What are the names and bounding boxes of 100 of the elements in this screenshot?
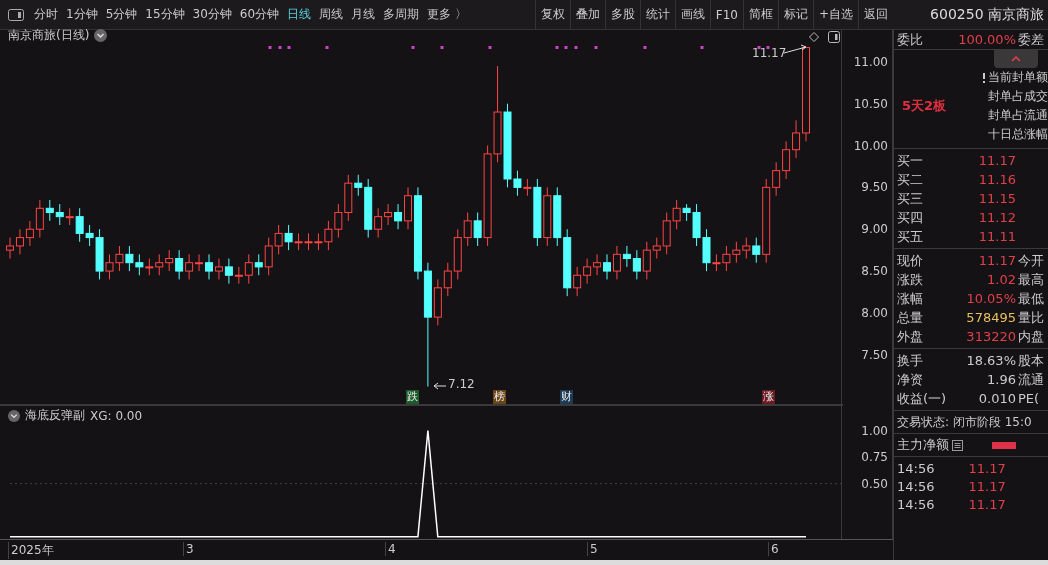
candlestick	[35, 199, 44, 239]
field-label: PE(	[1017, 391, 1041, 406]
field-label: 委差	[1017, 30, 1045, 49]
candlestick	[6, 237, 14, 260]
field-label: 换手	[897, 351, 924, 370]
candlestick	[752, 237, 761, 264]
field-label: 内盘	[1017, 327, 1045, 346]
leader-line	[433, 382, 447, 390]
period-tab[interactable]: 15分钟	[141, 6, 189, 23]
field-label: 最高	[1017, 270, 1045, 289]
event-tag[interactable]: 财	[560, 390, 573, 404]
field-label: 股本	[1017, 351, 1045, 370]
candlestick	[782, 140, 791, 180]
candlestick	[254, 253, 263, 276]
candlestick	[632, 249, 641, 280]
candlestick	[593, 253, 602, 276]
seal-metric: 当前封单额	[988, 69, 1048, 86]
axis-label: 3	[183, 542, 194, 556]
period-tab[interactable]: 日线	[283, 6, 316, 23]
axis-label: 9.50	[861, 180, 888, 195]
indicator-title: 海底反弹副	[25, 407, 85, 424]
candlestick	[384, 203, 393, 226]
candlestick	[284, 224, 293, 251]
chevron-down-icon[interactable]	[94, 29, 108, 42]
candlestick	[55, 203, 64, 226]
axis-label: 11.00	[853, 54, 888, 69]
toolbar-button[interactable]: 标记	[777, 0, 813, 30]
field-label: 净资	[897, 370, 924, 389]
field-value: 11.17	[977, 253, 1016, 268]
period-tab[interactable]: 1分钟	[62, 6, 102, 23]
toolbar-button[interactable]: F10	[709, 0, 743, 30]
chart-title: 南京商旅(日线)	[8, 27, 90, 44]
candlestick	[155, 253, 164, 276]
bid-label: 买三	[897, 189, 924, 208]
series-name: XG	[90, 408, 108, 423]
period-tab[interactable]: 月线	[347, 6, 380, 23]
panel-toggle-icon[interactable]	[8, 8, 24, 21]
chevron-down-icon[interactable]	[8, 409, 20, 422]
list-icon[interactable]	[952, 439, 963, 451]
candlestick	[25, 220, 34, 247]
toolbar-button[interactable]: 统计	[639, 0, 675, 30]
period-tab[interactable]: 分时	[30, 6, 62, 23]
bid-label: 买一	[897, 151, 924, 170]
candlestick	[573, 266, 582, 297]
field-label: 总量	[897, 308, 924, 327]
bid-label: 买四	[897, 208, 924, 227]
bid-price: 11.17	[977, 153, 1016, 168]
field-label: 今开	[1017, 251, 1045, 270]
panel-toggle-icon[interactable]	[828, 31, 840, 43]
period-tab[interactable]: 30分钟	[188, 6, 236, 23]
toolbar-button[interactable]: 复权	[534, 0, 570, 30]
field-value: 18.63%	[965, 353, 1016, 368]
field-label: 涨跌	[897, 270, 924, 289]
axis-label: 6	[768, 542, 779, 556]
period-tab[interactable]: 更多 〉	[423, 6, 471, 23]
bid-price: 11.16	[977, 172, 1016, 187]
candlestick	[264, 237, 273, 276]
event-tag[interactable]: 跌	[406, 390, 419, 404]
candlestick	[394, 203, 403, 230]
axis-label: 10.00	[853, 138, 888, 153]
price-label: 7.12	[448, 377, 475, 391]
toolbar-button[interactable]: 画线	[674, 0, 710, 30]
axis-label: 2025年	[8, 542, 54, 559]
seal-metric: 封单占流通	[988, 107, 1048, 124]
candlestick	[583, 258, 592, 285]
axis-label: 4	[385, 542, 396, 556]
candlestick	[195, 253, 204, 272]
toolbar-button[interactable]: +自选	[812, 0, 858, 30]
event-tag[interactable]: 榜	[493, 390, 506, 404]
candlestick	[354, 174, 363, 197]
axis-label: 10.50	[853, 96, 888, 111]
event-tag[interactable]: 涨	[762, 390, 775, 404]
field-label: 量比	[1017, 308, 1045, 327]
candlestick	[642, 241, 651, 280]
toolbar-button[interactable]: 多股	[604, 0, 640, 30]
period-tab[interactable]: 周线	[315, 6, 348, 23]
field-label: 涨幅	[897, 289, 924, 308]
net-flow-bar	[992, 441, 1016, 449]
tick-time: 14:56	[897, 460, 935, 476]
field-label: 现价	[897, 251, 924, 270]
candlestick	[652, 237, 661, 260]
field-value: 100.00%	[957, 32, 1016, 47]
candlestick	[205, 253, 213, 280]
axis-label: 1.00	[861, 423, 888, 438]
tick-price: 11.17	[968, 496, 1006, 512]
seal-metric: 封单占成交	[988, 88, 1048, 105]
field-value: 1.96	[986, 372, 1016, 387]
diamond-icon[interactable]	[809, 32, 819, 42]
candlestick	[374, 207, 383, 239]
candlestick	[214, 258, 223, 280]
candlestick	[234, 266, 243, 285]
toolbar-button[interactable]: 叠加	[569, 0, 605, 30]
period-tab[interactable]: 5分钟	[101, 6, 142, 23]
period-tab[interactable]: 多周期	[379, 6, 424, 23]
toolbar-button[interactable]: 返回	[858, 0, 893, 30]
candlestick	[244, 253, 253, 285]
toolbar-button[interactable]: 简框	[742, 0, 778, 30]
candlestick	[622, 245, 631, 268]
period-tab[interactable]: 60分钟	[235, 6, 284, 23]
tick-time: 14:56	[897, 478, 935, 494]
